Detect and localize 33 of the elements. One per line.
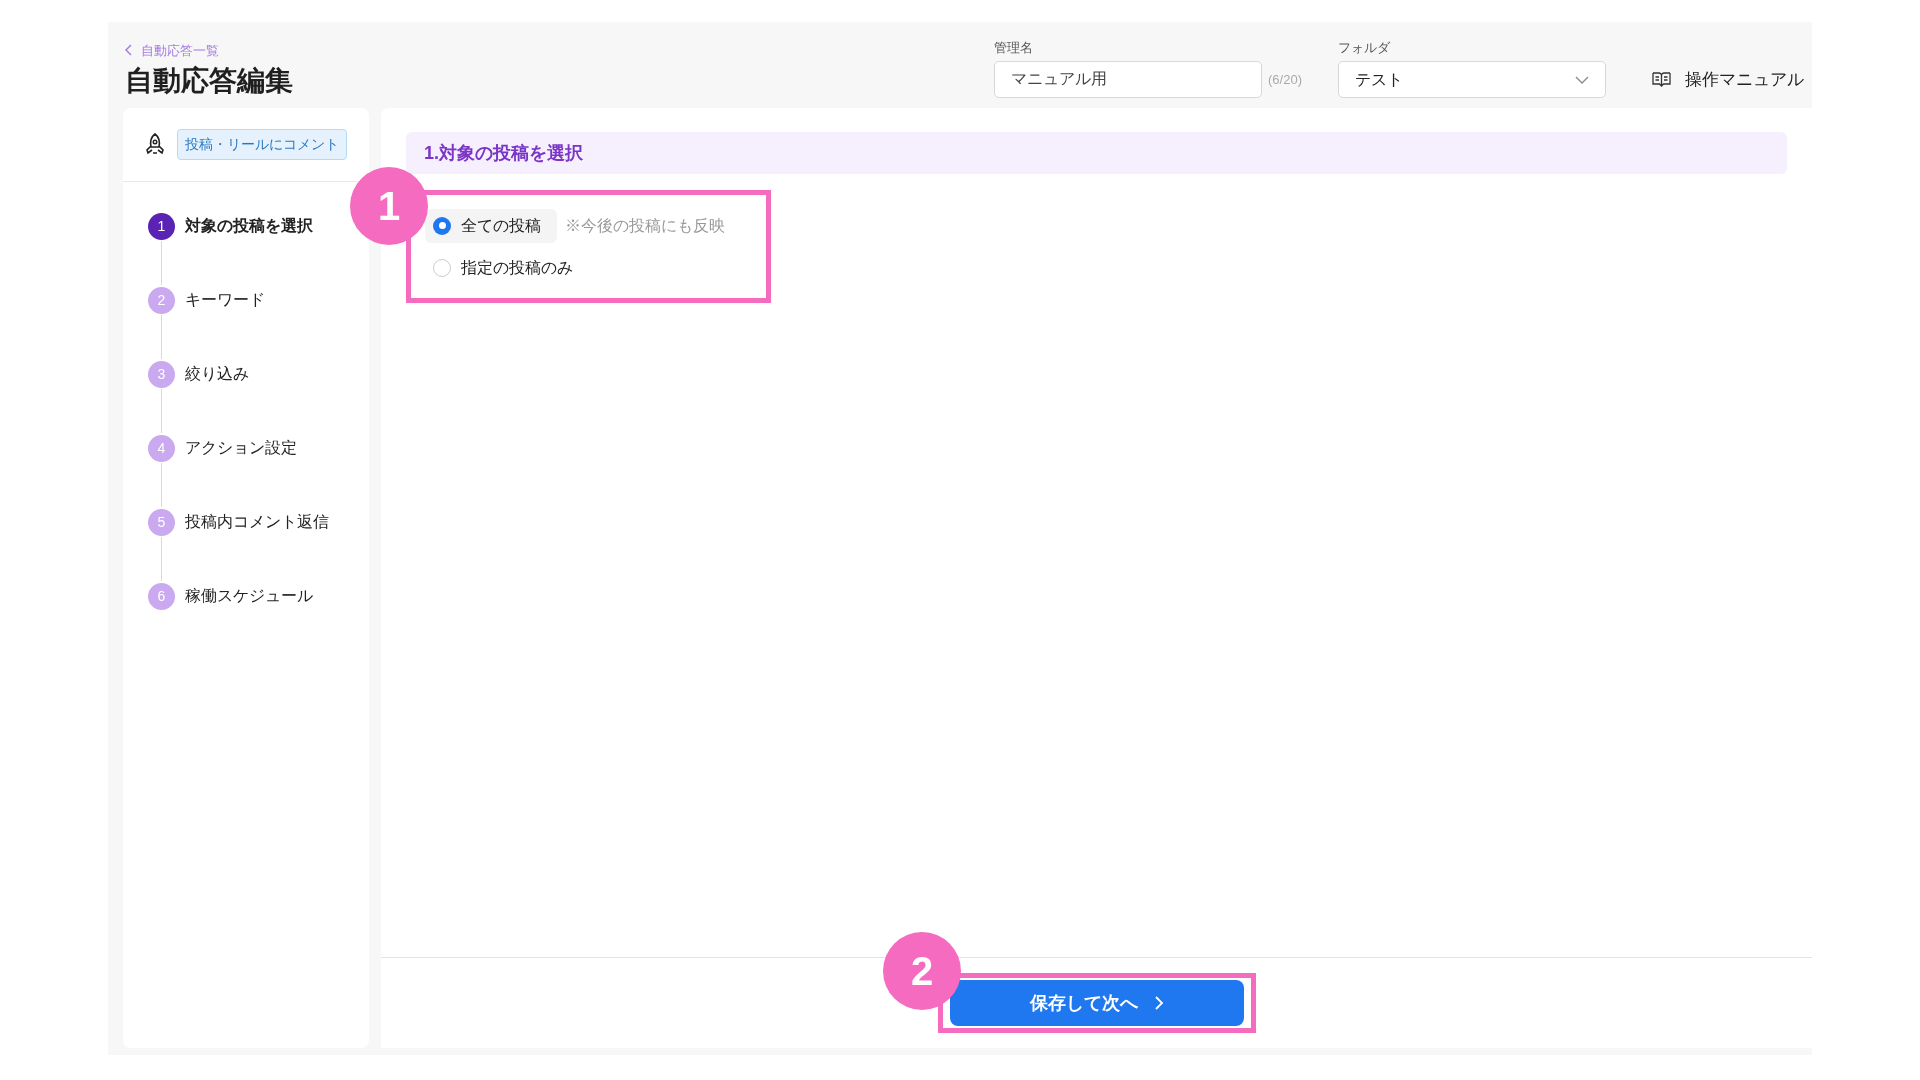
step-number: 5	[148, 508, 175, 536]
option-note: ※今後の投稿にも反映	[565, 215, 725, 236]
radio-button[interactable]	[433, 258, 451, 277]
callout-number: 2	[883, 932, 961, 1010]
character-counter: (6/20)	[1268, 70, 1303, 89]
step-item[interactable]: 1 対象の投稿を選択	[148, 213, 313, 239]
radio-option[interactable]: 全ての投稿	[425, 208, 557, 243]
name-input-field[interactable]: マニュアル用	[994, 61, 1262, 98]
step-item[interactable]: 5 投稿内コメント返信	[148, 509, 329, 535]
field-label: フォルダ	[1338, 38, 1391, 57]
page-title: 自動応答編集	[125, 64, 293, 98]
book-icon	[1652, 72, 1671, 87]
chevron-right-icon	[1153, 995, 1164, 1011]
radio-button[interactable]	[433, 216, 451, 235]
rocket-icon	[145, 132, 165, 157]
field-label: 管理名	[994, 38, 1034, 57]
step-item[interactable]: 6 稼働スケジュール	[148, 583, 313, 609]
type-tag: 投稿・リールにコメント	[177, 129, 347, 160]
radio-option[interactable]: 指定の投稿のみ	[425, 250, 589, 285]
step-number: 4	[148, 434, 175, 462]
step-item[interactable]: 3 絞り込み	[148, 361, 249, 387]
chevron-left-icon	[125, 44, 133, 57]
step-number: 2	[148, 286, 175, 314]
step-number: 1	[148, 212, 175, 240]
step-item[interactable]: 4 アクション設定	[148, 435, 297, 461]
chevron-down-icon	[1575, 75, 1589, 84]
folder-select[interactable]: テスト	[1338, 61, 1606, 98]
manual-link[interactable]: 操作マニュアル	[1652, 61, 1804, 98]
step-item[interactable]: 2 キーワード	[148, 287, 265, 313]
step-number: 6	[148, 582, 175, 610]
section-header: 1.対象の投稿を選択	[406, 132, 1787, 174]
save-next-button[interactable]: 保存して次へ	[949, 980, 1244, 1026]
step-number: 3	[148, 360, 175, 388]
